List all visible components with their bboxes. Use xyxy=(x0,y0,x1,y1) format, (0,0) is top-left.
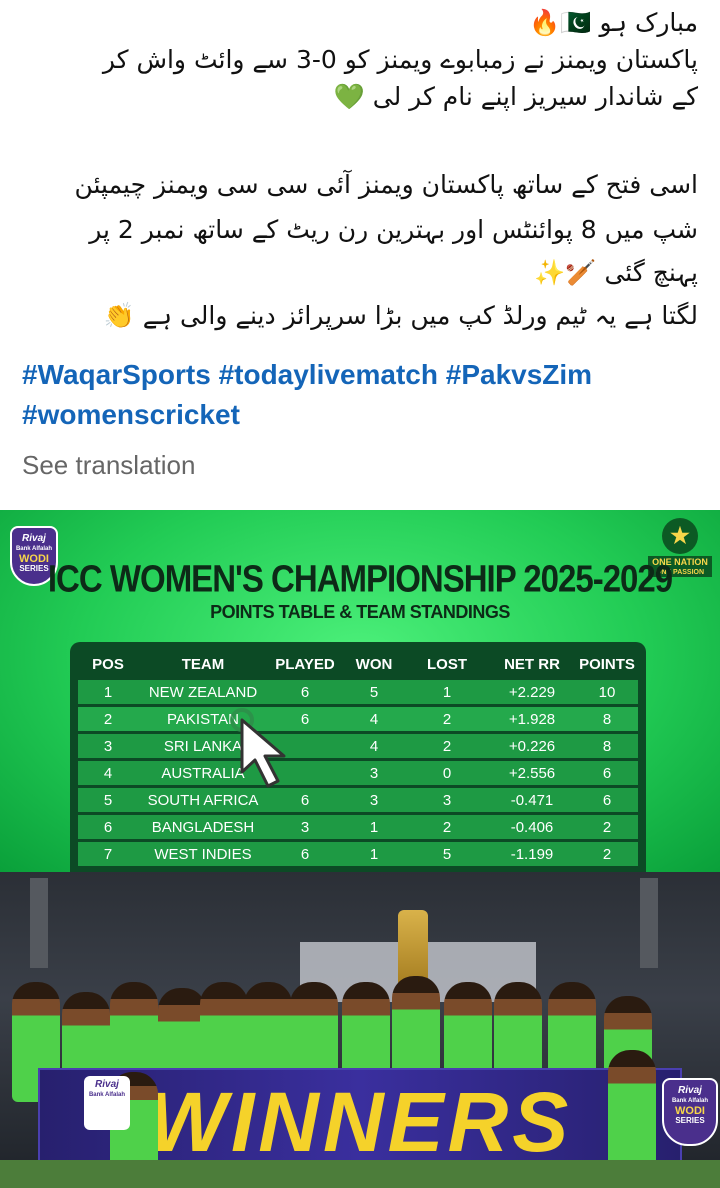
pitch-grass xyxy=(0,1160,720,1188)
table-cell: +0.226 xyxy=(488,734,576,758)
pointer-cursor-icon xyxy=(230,708,286,788)
table-cell: 4 xyxy=(78,761,138,785)
caption-line-1: مبارک ہو 🇵🇰🔥 xyxy=(529,8,698,37)
column-header: LOST xyxy=(427,655,467,673)
table-cell: 2 xyxy=(78,707,138,731)
sponsor-badge: Rivaj Bank Alfalah xyxy=(84,1076,130,1130)
table-cell: BANGLADESH xyxy=(138,815,268,839)
table-cell: +1.928 xyxy=(488,707,576,731)
table-cell: 1 xyxy=(342,815,406,839)
table-cell: -1.199 xyxy=(488,842,576,866)
table-cell: 8 xyxy=(576,734,638,758)
table-cell: 3 xyxy=(78,734,138,758)
table-header-row: POS TEAM PLAYED WON LOST NET RR POINTS xyxy=(78,651,638,677)
star-icon: ★ xyxy=(662,518,698,554)
team-celebration-photo[interactable]: WINNERS Rivaj Bank Alfalah Rivaj Bank Al… xyxy=(0,872,720,1188)
championship-title: ICC WOMEN'S CHAMPIONSHIP 2025-2029 xyxy=(47,557,673,600)
table-row: 7 WEST INDIES 6 1 5 -1.199 2 xyxy=(78,842,638,866)
table-cell: 2 xyxy=(406,815,488,839)
table-cell: WEST INDIES xyxy=(138,842,268,866)
table-cell: 1 xyxy=(406,680,488,704)
table-cell: +2.556 xyxy=(488,761,576,785)
table-cell: +2.229 xyxy=(488,680,576,704)
hashtag-womenscricket[interactable]: #womenscricket xyxy=(22,399,240,430)
points-table: POS TEAM PLAYED WON LOST NET RR POINTS 1… xyxy=(70,642,646,872)
hashtag-todaylivematch[interactable]: #todaylivematch xyxy=(219,359,438,390)
table-cell: NEW ZEALAND xyxy=(138,680,268,704)
table-cell: 10 xyxy=(576,680,638,704)
table-cell: 1 xyxy=(78,680,138,704)
column-header: PLAYED xyxy=(275,655,335,673)
see-translation-link[interactable]: See translation xyxy=(22,450,195,481)
table-cell: 3 xyxy=(406,788,488,812)
column-header: POINTS xyxy=(579,655,635,673)
table-cell: 4 xyxy=(342,707,406,731)
column-header: WON xyxy=(355,655,393,673)
table-cell: 6 xyxy=(576,761,638,785)
badge-text: Rivaj xyxy=(678,1085,702,1096)
badge-text: WODI xyxy=(675,1105,705,1117)
table-cell: 2 xyxy=(406,734,488,758)
caption-line-3: کے شاندار سیریز اپنے نام کر لی 💚 xyxy=(333,82,698,111)
floodlight xyxy=(640,878,658,968)
urdu-caption: مبارک ہو 🇵🇰🔥 پاکستان ویمنز نے زمبابوے وی… xyxy=(0,0,720,334)
table-row: 1 NEW ZEALAND 6 5 1 +2.229 10 xyxy=(78,680,638,704)
column-header: POS xyxy=(92,655,124,673)
standings-image[interactable]: Rivaj Bank Alfalah WODI SERIES ★ ONE NAT… xyxy=(0,510,720,872)
table-cell: 3 xyxy=(342,788,406,812)
table-row: 2 PAKISTAN 6 4 2 +1.928 8 xyxy=(78,707,638,731)
table-cell: 6 xyxy=(268,842,342,866)
hashtag-waqarsports[interactable]: #WaqarSports xyxy=(22,359,211,390)
trophy-icon xyxy=(398,910,428,984)
table-row: 4 AUSTRALIA 3 0 +2.556 6 xyxy=(78,761,638,785)
table-cell: 4 xyxy=(342,734,406,758)
table-cell: 6 xyxy=(576,788,638,812)
badge-text: Rivaj xyxy=(95,1079,119,1090)
table-cell: 6 xyxy=(268,680,342,704)
hashtag-pakvszim[interactable]: #PakvsZim xyxy=(446,359,592,390)
table-cell: 2 xyxy=(576,815,638,839)
column-header: TEAM xyxy=(181,655,225,673)
table-cell: -0.471 xyxy=(488,788,576,812)
table-row: 3 SRI LANKA 4 2 +0.226 8 xyxy=(78,734,638,758)
logo-text: Rivaj xyxy=(22,533,46,544)
table-cell: 0 xyxy=(406,761,488,785)
table-cell: 3 xyxy=(342,761,406,785)
column-header: NET RR xyxy=(504,655,560,673)
caption-line-4: اسی فتح کے ساتھ پاکستان ویمنز آئی سی سی … xyxy=(74,170,698,199)
floodlight xyxy=(30,878,48,968)
player xyxy=(608,1050,656,1170)
caption-line-5: شپ میں 8 پوائنٹس اور بہترین رن ریٹ کے سا… xyxy=(89,215,698,244)
table-cell: 3 xyxy=(268,815,342,839)
table-cell: -0.406 xyxy=(488,815,576,839)
table-cell: 1 xyxy=(342,842,406,866)
table-cell: 5 xyxy=(406,842,488,866)
table-body: 1 NEW ZEALAND 6 5 1 +2.229 10 2 PAKISTAN 6 4 2 +1.92… xyxy=(78,680,638,866)
table-cell: 8 xyxy=(576,707,638,731)
wodi-series-badge: Rivaj Bank Alfalah WODI SERIES xyxy=(662,1078,718,1146)
caption-line-7: لگتا ہے یہ ٹیم ورلڈ کپ میں بڑا سرپرائز د… xyxy=(103,301,698,330)
table-row: 6 BANGLADESH 3 1 2 -0.406 2 xyxy=(78,815,638,839)
table-cell: 5 xyxy=(78,788,138,812)
badge-text: Bank Alfalah xyxy=(88,1092,126,1098)
badge-text: SERIES xyxy=(675,1116,705,1125)
caption-line-6: پہنچ گئی 🏏✨ xyxy=(534,258,698,287)
championship-subtitle: POINTS TABLE & TEAM STANDINGS xyxy=(210,602,510,622)
hashtags: #WaqarSports #todaylivematch #PakvsZim #… xyxy=(22,355,702,435)
caption-line-2: پاکستان ویمنز نے زمبابوے ویمنز کو 0-3 سے… xyxy=(102,45,698,74)
table-cell: 7 xyxy=(78,842,138,866)
post-caption: مبارک ہو 🇵🇰🔥 پاکستان ویمنز نے زمبابوے وی… xyxy=(0,0,720,500)
table-cell: 2 xyxy=(406,707,488,731)
table-row: 5 SOUTH AFRICA 6 3 3 -0.471 6 xyxy=(78,788,638,812)
table-cell: 2 xyxy=(576,842,638,866)
table-cell: 5 xyxy=(342,680,406,704)
table-cell: 6 xyxy=(78,815,138,839)
